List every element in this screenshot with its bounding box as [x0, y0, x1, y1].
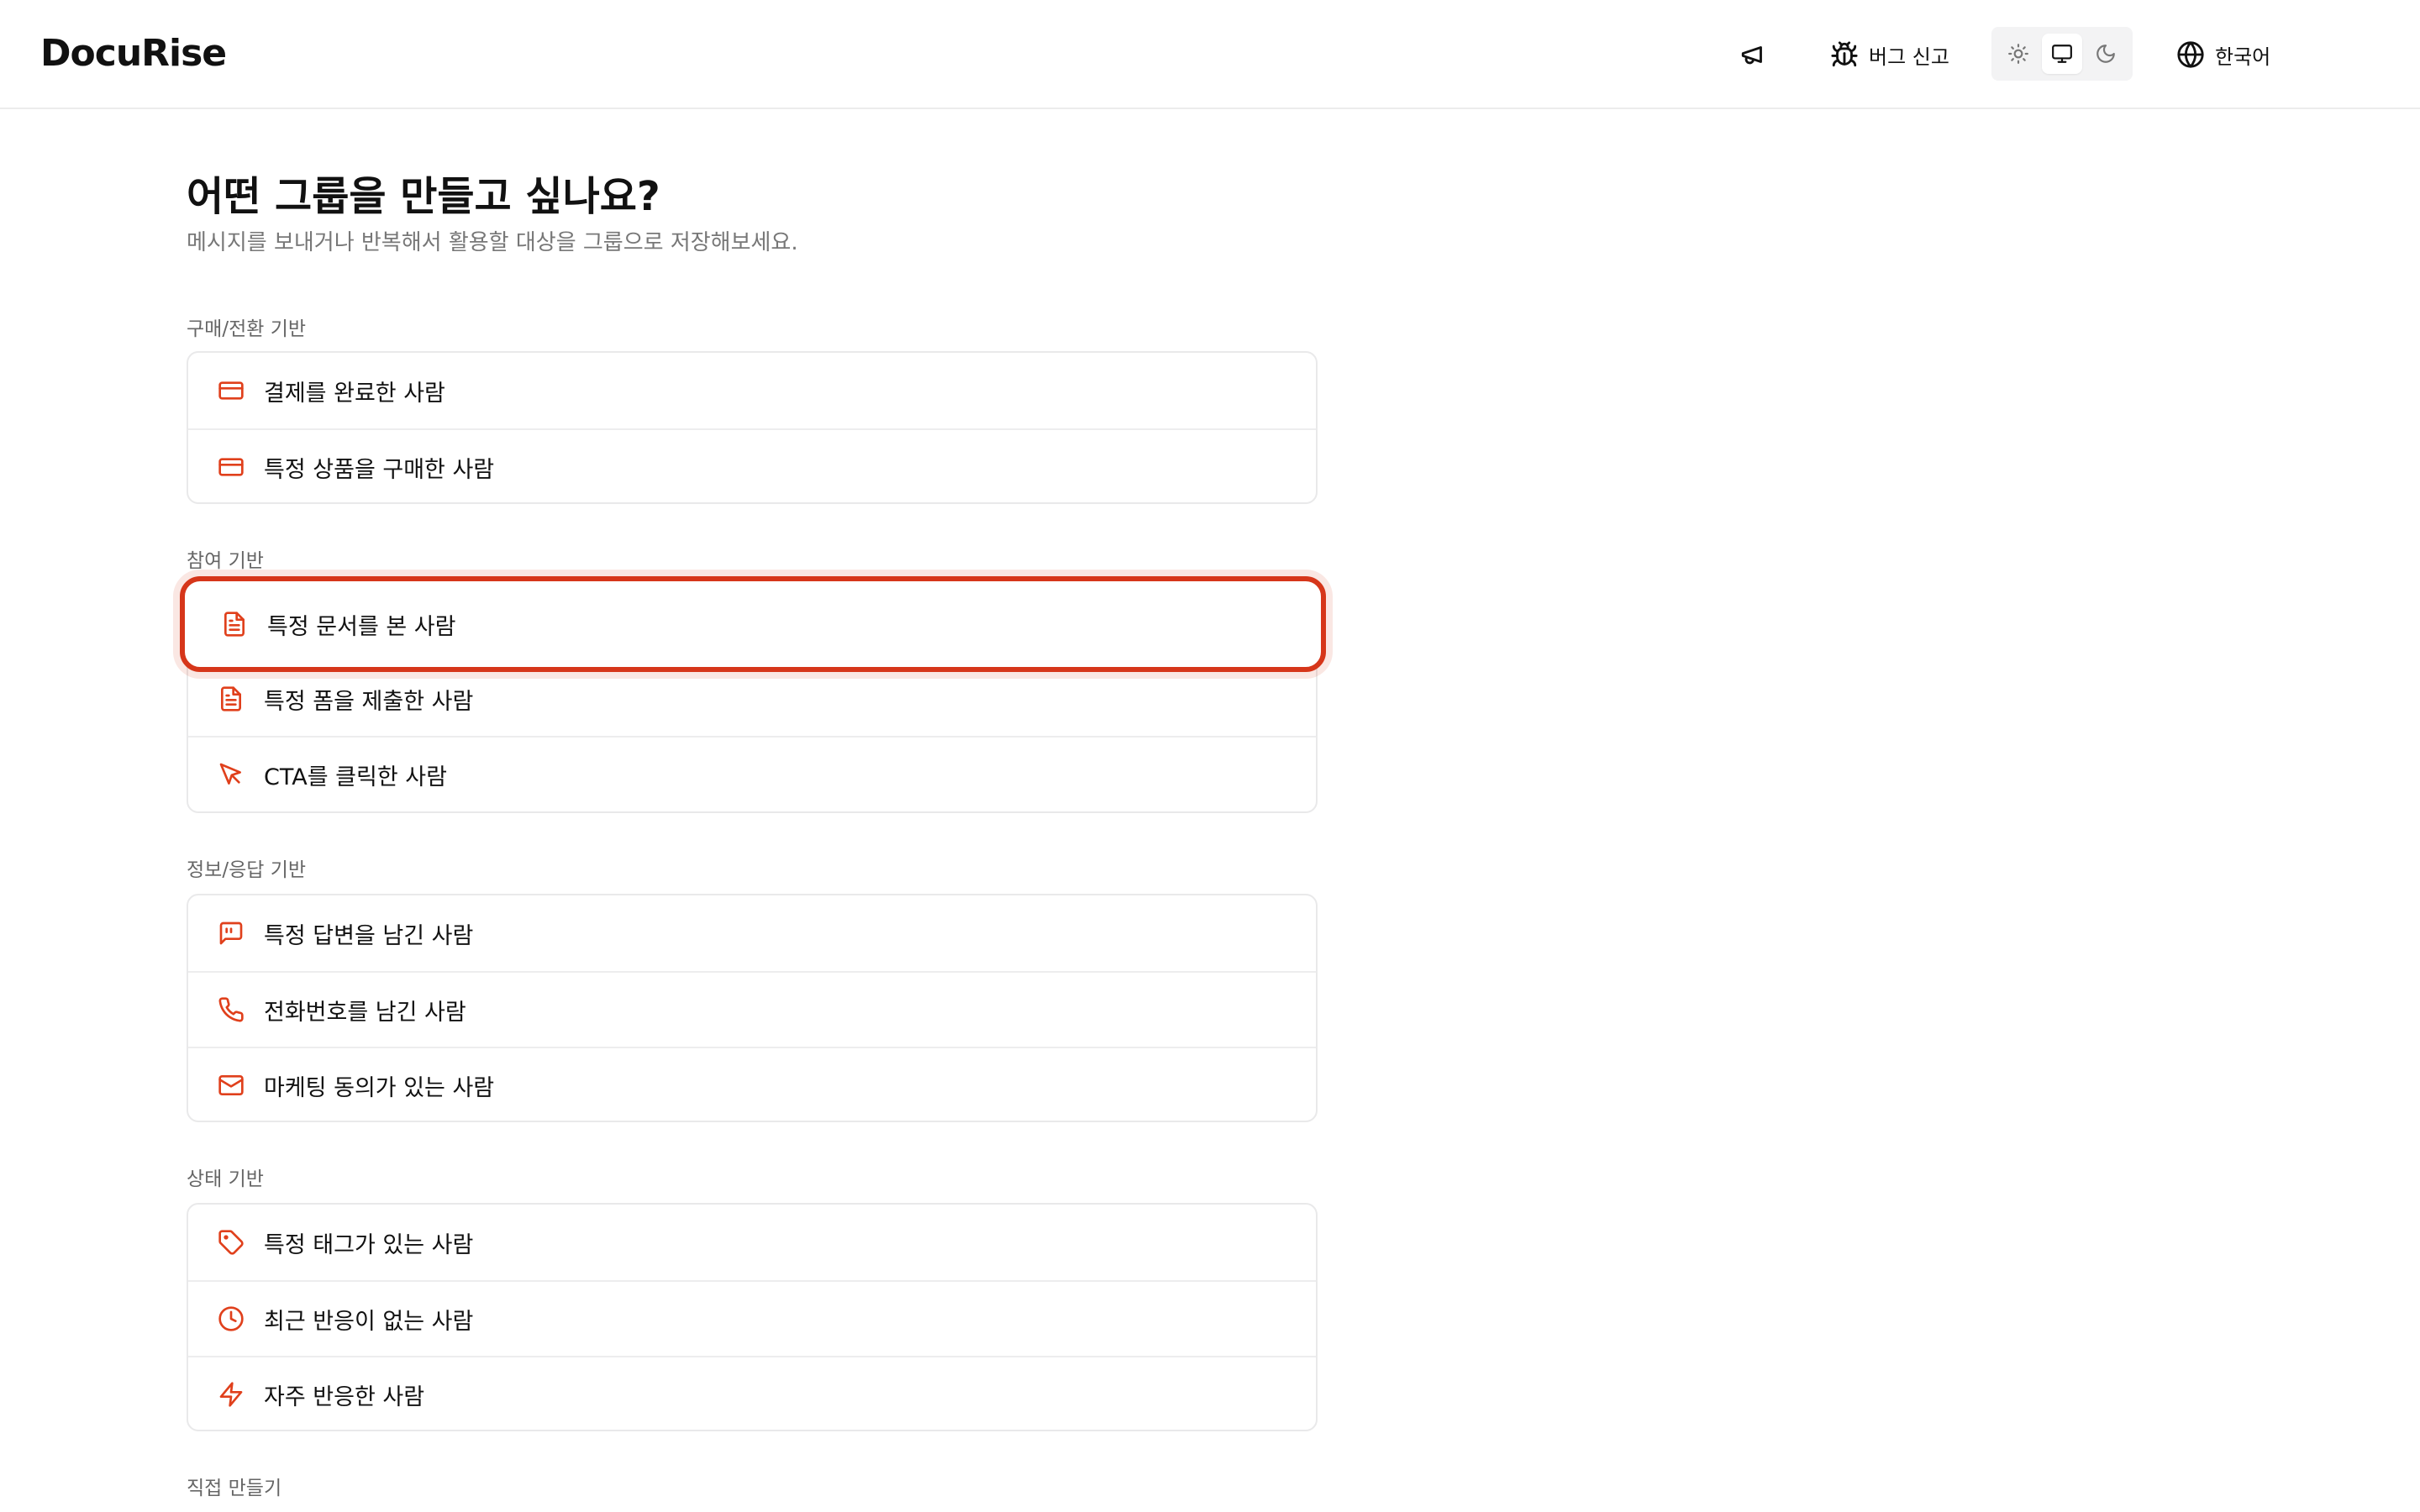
card-status: 특정 태그가 있는 사람 최근 반응이 없는 사람 자주 반응한 사람 — [187, 1203, 1318, 1431]
card-purchase: 결제를 완료한 사람 특정 상품을 구매한 사람 — [187, 351, 1318, 504]
cursor-click-icon — [217, 760, 245, 789]
announcement-button[interactable] — [1739, 31, 1768, 78]
option-label: 특정 폼을 제출한 사람 — [264, 688, 474, 715]
moon-icon — [2096, 45, 2115, 63]
bug-icon — [1831, 41, 1858, 67]
option-product-purchased[interactable]: 특정 상품을 구매한 사람 — [188, 428, 1316, 502]
clock-icon — [217, 1305, 245, 1333]
option-label: CTA를 클릭한 사람 — [264, 764, 447, 790]
sun-icon — [2008, 44, 2028, 64]
bug-report-button[interactable]: 버그 신고 — [1830, 31, 1949, 78]
option-label: 자주 반응한 사람 — [264, 1383, 425, 1410]
logo[interactable]: DocuRise — [40, 32, 227, 75]
option-document-viewed[interactable]: 특정 문서를 본 사람 — [180, 576, 1326, 672]
bug-report-label: 버그 신고 — [1869, 45, 1949, 69]
option-label: 특정 문서를 본 사람 — [267, 613, 456, 640]
light-theme-button[interactable] — [1998, 34, 2039, 74]
credit-card-icon — [217, 376, 245, 405]
option-answer-left[interactable]: 특정 답변을 남긴 사람 — [188, 895, 1316, 971]
dark-theme-button[interactable] — [2086, 34, 2126, 74]
theme-toggle — [1991, 27, 2133, 81]
page-subtitle: 메시지를 보내거나 반복해서 활용할 대상을 그룹으로 저장해보세요. — [187, 230, 798, 255]
system-theme-button[interactable] — [2042, 34, 2082, 74]
section-label-info: 정보/응답 기반 — [187, 859, 307, 881]
option-cta-clicked[interactable]: CTA를 클릭한 사람 — [188, 736, 1316, 811]
language-selector[interactable]: 한국어 — [2176, 31, 2270, 78]
option-label: 특정 상품을 구매한 사람 — [264, 456, 495, 483]
option-label: 결제를 완료한 사람 — [264, 380, 445, 407]
option-label: 특정 태그가 있는 사람 — [264, 1231, 474, 1258]
option-phone-left[interactable]: 전화번호를 남긴 사람 — [188, 971, 1316, 1047]
globe-icon — [2177, 41, 2204, 68]
monitor-icon — [2052, 45, 2072, 63]
section-label-engagement: 참여 기반 — [187, 550, 264, 572]
language-label: 한국어 — [2215, 45, 2271, 69]
option-no-recent-response[interactable]: 최근 반응이 없는 사람 — [188, 1280, 1316, 1356]
file-text-icon — [217, 685, 245, 713]
file-text-icon — [220, 610, 249, 638]
option-label: 최근 반응이 없는 사람 — [264, 1308, 474, 1335]
credit-card-icon — [217, 453, 245, 481]
option-frequent-response[interactable]: 자주 반응한 사람 — [188, 1356, 1316, 1430]
option-tag[interactable]: 특정 태그가 있는 사람 — [188, 1205, 1316, 1280]
option-label: 마케팅 동의가 있는 사람 — [264, 1074, 495, 1101]
option-label: 특정 답변을 남긴 사람 — [264, 922, 474, 949]
section-label-purchase: 구매/전환 기반 — [187, 318, 307, 340]
section-label-custom: 직접 만들기 — [187, 1478, 282, 1499]
tag-icon — [217, 1228, 245, 1257]
message-square-quote-icon — [217, 919, 245, 948]
mail-icon — [217, 1071, 245, 1100]
megaphone-icon — [1741, 46, 1762, 65]
option-label: 전화번호를 남긴 사람 — [264, 999, 466, 1026]
zap-icon — [217, 1380, 245, 1409]
top-bar: DocuRise 버그 신고 한국어 — [0, 0, 2420, 109]
page-title: 어떤 그룹을 만들고 싶나요? — [187, 173, 660, 220]
option-marketing-consent[interactable]: 마케팅 동의가 있는 사람 — [188, 1047, 1316, 1121]
card-info: 특정 답변을 남긴 사람 전화번호를 남긴 사람 마케팅 동의가 있는 사람 — [187, 894, 1318, 1122]
option-payment-completed[interactable]: 결제를 완료한 사람 — [188, 353, 1316, 428]
phone-icon — [217, 995, 245, 1024]
section-label-status: 상태 기반 — [187, 1168, 264, 1190]
